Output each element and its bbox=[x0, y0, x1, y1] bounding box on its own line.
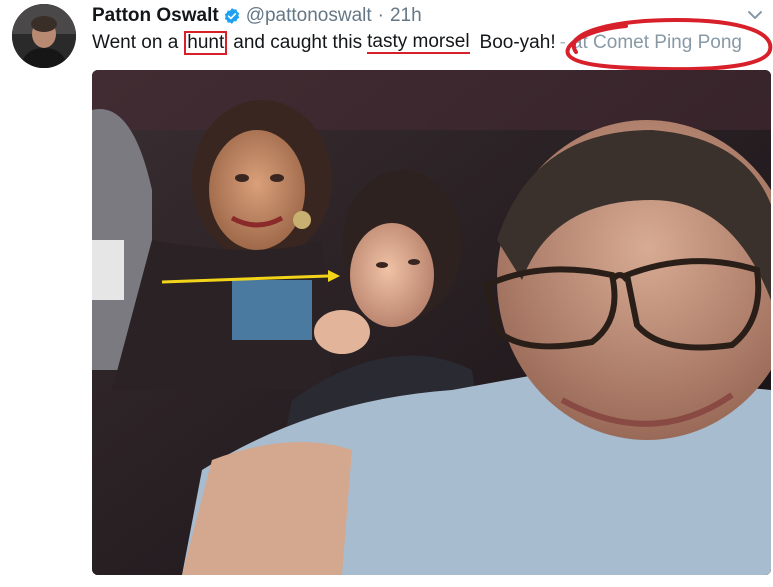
highlight-tasty-morsel: tasty morsel bbox=[367, 31, 470, 54]
tweet-card: Patton Oswalt @pattonoswalt · 21h Went o… bbox=[0, 0, 773, 587]
red-ellipse-annotation bbox=[565, 17, 773, 72]
tweet-header: Patton Oswalt @pattonoswalt · 21h bbox=[92, 4, 422, 28]
avatar-image bbox=[12, 4, 76, 68]
tweet-text-part: Boo-yah! bbox=[479, 32, 556, 53]
avatar[interactable] bbox=[12, 4, 76, 68]
highlight-hunt: hunt bbox=[184, 31, 228, 55]
selfie-photo bbox=[92, 70, 771, 575]
user-handle[interactable]: @pattonoswalt bbox=[246, 5, 372, 27]
tweet-photo[interactable] bbox=[92, 70, 771, 575]
tweet-timestamp[interactable]: 21h bbox=[390, 5, 422, 27]
tweet-text-part: and caught this bbox=[233, 32, 363, 53]
header-separator: · bbox=[377, 5, 384, 26]
verified-badge-icon bbox=[224, 8, 239, 24]
tweet-text-part: Went on a bbox=[92, 32, 179, 53]
display-name[interactable]: Patton Oswalt bbox=[92, 5, 219, 27]
